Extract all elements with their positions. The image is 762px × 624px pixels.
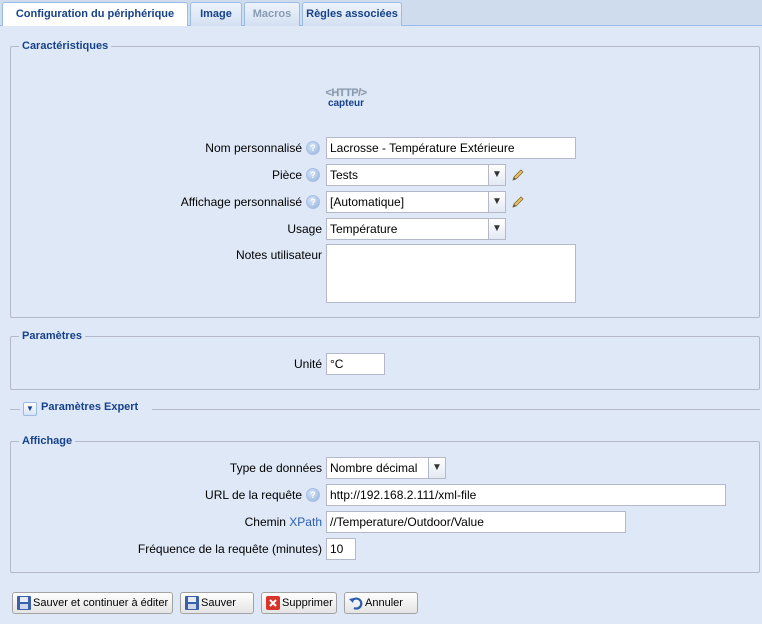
xpath-label: Chemin XPath xyxy=(140,511,322,533)
name-label: Nom personnalisé xyxy=(205,141,302,155)
delete-icon xyxy=(266,596,280,610)
expert-divider xyxy=(10,409,20,410)
parameters-legend: Paramètres xyxy=(22,330,82,342)
chevron-down-icon[interactable]: ▼ xyxy=(488,165,505,185)
url-field[interactable]: http://192.168.2.111/xml-file xyxy=(326,484,726,506)
unit-label: Unité xyxy=(293,357,322,371)
pencil-icon[interactable] xyxy=(510,194,526,210)
help-icon[interactable]: ? xyxy=(306,488,320,502)
display-select[interactable]: [Automatique] ▼ xyxy=(326,191,506,213)
tab-macros: Macros xyxy=(244,2,300,26)
save-continue-label: Sauver et continuer à éditer xyxy=(33,597,169,609)
cancel-button[interactable]: Annuler xyxy=(344,592,418,614)
floppy-disk-icon xyxy=(185,596,199,610)
room-select[interactable]: Tests ▼ xyxy=(326,164,506,186)
frequency-label: Fréquence de la requête (minutes) xyxy=(137,542,322,556)
data-type-label: Type de données xyxy=(229,461,322,475)
delete-button[interactable]: Supprimer xyxy=(261,592,337,614)
floppy-disk-icon xyxy=(17,596,31,610)
display-label: Affichage personnalisé xyxy=(180,195,302,209)
data-type-select[interactable]: Nombre décimal ▼ xyxy=(326,457,446,479)
chevron-down-icon[interactable]: ▼ xyxy=(428,458,445,478)
http-device-icon: <HTTP/> capteur xyxy=(316,87,376,109)
save-continue-button[interactable]: Sauver et continuer à éditer xyxy=(12,592,173,614)
display-select-value: [Automatique] xyxy=(330,195,405,209)
save-label: Sauver xyxy=(201,597,236,609)
pencil-icon[interactable] xyxy=(510,167,526,183)
tab-rules[interactable]: Règles associées xyxy=(302,2,402,26)
usage-select-value: Température xyxy=(330,222,398,236)
expert-legend[interactable]: Paramètres Expert xyxy=(41,401,138,413)
name-field[interactable]: Lacrosse - Température Extérieure xyxy=(326,137,576,159)
parameters-fieldset: Paramètres xyxy=(10,330,760,390)
data-type-value: Nombre décimal xyxy=(330,461,418,475)
characteristics-legend: Caractéristiques xyxy=(22,40,109,52)
xpath-label-prefix: Chemin xyxy=(244,515,290,529)
tab-image[interactable]: Image xyxy=(190,2,242,26)
tab-bar: Configuration du périphérique Image Macr… xyxy=(0,0,762,27)
expert-divider xyxy=(152,409,760,410)
help-icon[interactable]: ? xyxy=(306,141,320,155)
device-type-label: capteur xyxy=(327,98,365,109)
tab-configuration[interactable]: Configuration du périphérique xyxy=(2,2,188,27)
usage-label: Usage xyxy=(287,222,322,236)
url-label: URL de la requête xyxy=(205,488,302,502)
help-icon[interactable]: ? xyxy=(306,195,320,209)
usage-select[interactable]: Température ▼ xyxy=(326,218,506,240)
save-button[interactable]: Sauver xyxy=(180,592,254,614)
chevron-down-icon[interactable]: ▼ xyxy=(488,219,505,239)
cancel-label: Annuler xyxy=(365,597,403,609)
room-label: Pièce xyxy=(271,168,302,182)
display-legend: Affichage xyxy=(22,435,73,447)
room-select-value: Tests xyxy=(330,168,359,182)
undo-arrow-icon xyxy=(349,597,363,610)
help-icon[interactable]: ? xyxy=(306,168,320,182)
config-panel: Caractéristiques <HTTP/> capteur Nom per… xyxy=(0,26,762,624)
xpath-field[interactable]: //Temperature/Outdoor/Value xyxy=(326,511,626,533)
chevron-down-icon[interactable]: ▼ xyxy=(488,192,505,212)
unit-field[interactable]: °C xyxy=(326,353,385,375)
notes-label: Notes utilisateur xyxy=(235,248,322,262)
frequency-field[interactable]: 10 xyxy=(326,538,356,560)
expand-toggle-icon[interactable]: ▼ xyxy=(23,402,37,416)
notes-textarea[interactable] xyxy=(326,244,576,303)
xpath-link[interactable]: XPath xyxy=(289,515,322,529)
delete-label: Supprimer xyxy=(282,597,333,609)
